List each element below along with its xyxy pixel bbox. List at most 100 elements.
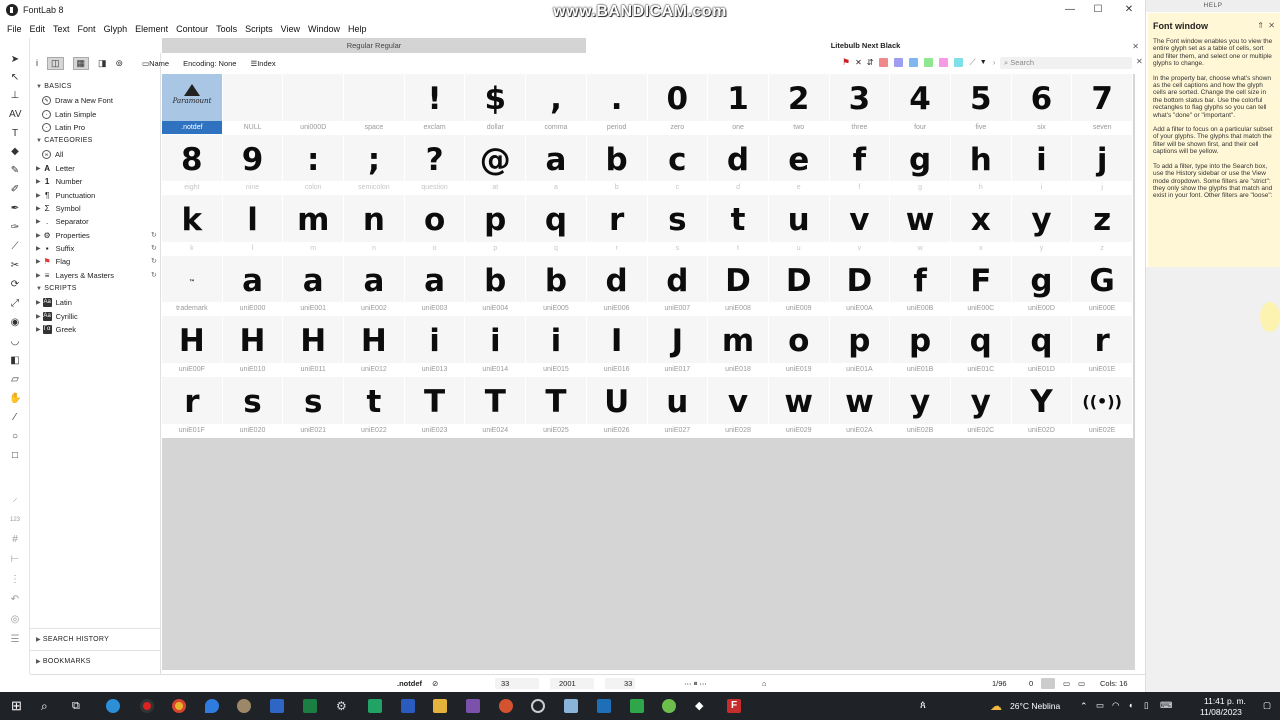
- glyph-cell-uniE015[interactable]: i uniE015: [526, 316, 587, 377]
- app-icon[interactable]: [564, 699, 578, 713]
- glyph-cell-q[interactable]: qq: [526, 195, 587, 256]
- section-categories[interactable]: ▼ CATEGORIES: [36, 137, 93, 144]
- glyph-cell-uniE01C[interactable]: q uniE01C: [950, 316, 1012, 377]
- glyph-cell-t[interactable]: tt: [708, 195, 769, 256]
- no-flag-icon[interactable]: ⟋: [969, 57, 975, 68]
- tab-litebulb[interactable]: Litebulb Next Black ✕: [586, 38, 1145, 53]
- menu-tools[interactable]: Tools: [213, 24, 240, 34]
- chevron-right-icon[interactable]: ›: [993, 58, 996, 67]
- glyph-cell-uniE003[interactable]: a uniE003: [404, 255, 466, 317]
- eraser-tool-icon[interactable]: ◆: [9, 146, 21, 158]
- sidebar-item-separator[interactable]: ▶. Separator: [36, 217, 89, 226]
- menu-glyph[interactable]: Glyph: [101, 24, 131, 34]
- sidebar-item-number[interactable]: ▶ 1 Number: [36, 177, 82, 186]
- glyph-cell-uniE02D[interactable]: YuniE02D: [1011, 376, 1073, 438]
- edge-icon[interactable]: [106, 699, 120, 713]
- glyph-cell-i[interactable]: ii: [1011, 134, 1073, 196]
- width-field[interactable]: 33: [624, 679, 632, 688]
- glyph-cell-question[interactable]: ? question: [404, 134, 466, 196]
- glyph-cell-uniE001[interactable]: a uniE001: [283, 255, 345, 317]
- app-icon[interactable]: [466, 699, 480, 713]
- section-bookmarks[interactable]: ▶ BOOKMARKS: [36, 658, 91, 665]
- maximize-button[interactable]: ☐: [1084, 2, 1112, 18]
- glyph-cell-v[interactable]: vv: [829, 195, 891, 256]
- close-tab-icon[interactable]: ✕: [1132, 39, 1139, 54]
- menu-file[interactable]: File: [4, 24, 25, 34]
- glyph-cell-uniE013[interactable]: i uniE013: [404, 316, 466, 377]
- flag-purple-swatch[interactable]: [894, 58, 904, 67]
- rectangle-tool-icon[interactable]: □: [9, 450, 21, 462]
- glyph-cell-period[interactable]: . period: [586, 74, 648, 135]
- nav-dots-icon[interactable]: ⋯ ⏸ ⋯: [684, 679, 707, 689]
- tray-chevron-icon[interactable]: ⌃: [1080, 701, 1088, 712]
- preview-tool-icon[interactable]: ◎: [9, 614, 21, 626]
- glyph-cell-uniE004[interactable]: b uniE004: [465, 255, 527, 317]
- caption-name-dropdown[interactable]: ▭Name: [142, 59, 169, 68]
- glyph-cell-x[interactable]: xx: [950, 195, 1012, 256]
- glyph-cell-zero[interactable]: 0 zero: [647, 74, 709, 135]
- glyph-cell-a[interactable]: aa: [526, 134, 587, 196]
- glyph-cell-uniE01B[interactable]: p uniE01B: [890, 316, 951, 377]
- minimize-button[interactable]: —: [1056, 2, 1084, 18]
- person-icon[interactable]: ጰ: [920, 699, 934, 713]
- battery-icon[interactable]: ▯: [1144, 700, 1149, 711]
- flag-pink-swatch[interactable]: [939, 58, 949, 67]
- flag-icon[interactable]: ⚑: [842, 57, 850, 68]
- tab-regular[interactable]: Regular Regular: [162, 38, 586, 53]
- undo-tool-icon[interactable]: ↶: [9, 594, 21, 606]
- glyph-cell-l[interactable]: ll: [222, 195, 284, 256]
- pin-icon[interactable]: ⇑: [1257, 21, 1264, 30]
- guide-tool-icon[interactable]: ⸝: [9, 493, 21, 505]
- hand-tool-icon[interactable]: ✋: [9, 393, 21, 405]
- glyph-cell-semicolon[interactable]: ; semicolon: [344, 134, 405, 196]
- glyph-cell-s[interactable]: ss: [647, 195, 709, 256]
- layers-tool-icon[interactable]: ☰: [9, 634, 21, 646]
- index-field[interactable]: 2001: [559, 679, 576, 688]
- menu-contour[interactable]: Contour: [173, 24, 211, 34]
- info-icon[interactable]: i: [36, 58, 38, 68]
- glyph-cell-n[interactable]: nn: [344, 195, 405, 256]
- glyph-cell-eight[interactable]: 8 eight: [162, 134, 223, 196]
- sidebar-item-draw-new-font[interactable]: ✎ Draw a New Font: [42, 96, 113, 105]
- glyph-cell-one[interactable]: 1 one: [708, 74, 769, 135]
- task-view-icon[interactable]: ⧉: [72, 699, 86, 713]
- app-icon[interactable]: [531, 699, 545, 713]
- refresh-icon[interactable]: ↻: [151, 257, 157, 265]
- glyph-cell-uniE00F[interactable]: HuniE00F: [162, 316, 223, 377]
- glyph-cell-uniE01F[interactable]: r uniE01F: [162, 376, 223, 438]
- glyph-cell-h[interactable]: hh: [950, 134, 1012, 196]
- glyph-cell-m[interactable]: mm: [283, 195, 345, 256]
- glyph-cell-two[interactable]: 2 two: [768, 74, 830, 135]
- glyph-cell-uniE01A[interactable]: p uniE01A: [829, 316, 891, 377]
- glyph-cell-uniE00A[interactable]: DuniE00A: [829, 255, 891, 317]
- weather-text[interactable]: 26°C Neblina: [1010, 701, 1060, 711]
- refresh-icon[interactable]: ↻: [151, 244, 157, 252]
- glyph-cell-exclam[interactable]: ! exclam: [404, 74, 466, 135]
- search-icon[interactable]: ⌕: [41, 699, 55, 713]
- ellipse-tool-icon[interactable]: ○: [9, 431, 21, 443]
- glyph-cell-uniE019[interactable]: o uniE019: [768, 316, 830, 377]
- glyph-cell-uniE006[interactable]: d uniE006: [586, 255, 648, 317]
- glyph-cell-uniE017[interactable]: JuniE017: [647, 316, 709, 377]
- sidebar-item-latin-pro[interactable]: ◦ Latin Pro: [42, 123, 85, 132]
- fill-tool-icon[interactable]: ◉: [9, 317, 21, 329]
- menu-element[interactable]: Element: [132, 24, 171, 34]
- sidebar-item-suffix[interactable]: ▶ ▪ Suffix: [36, 244, 74, 253]
- pen-tool-icon[interactable]: ✒: [9, 203, 21, 215]
- panel-view-icon[interactable]: ◨: [98, 58, 107, 69]
- sidebar-item-properties[interactable]: ▶ ⚙ Properties: [36, 231, 90, 240]
- sidebar-item-flag[interactable]: ▶ ⚑ Flag: [36, 257, 70, 266]
- glyph-cell-uniE02B[interactable]: y uniE02B: [890, 376, 951, 438]
- link-icon[interactable]: ⊘: [432, 679, 438, 688]
- contour-tool-icon[interactable]: ↖: [9, 72, 21, 84]
- calculator-icon[interactable]: [270, 699, 284, 713]
- sidebar-item-cyrillic[interactable]: ▶ Аа Cyrillic: [36, 312, 78, 321]
- glyph-cell-j[interactable]: jj: [1072, 134, 1133, 196]
- menu-font[interactable]: Font: [75, 24, 99, 34]
- flag-arrows-icon[interactable]: ⇵: [867, 58, 874, 67]
- encoding-dropdown[interactable]: Encoding: None: [183, 59, 236, 68]
- grid-tool-icon[interactable]: #: [9, 534, 21, 546]
- pointer-tool-icon[interactable]: ➤: [9, 54, 21, 66]
- word-icon[interactable]: [401, 699, 415, 713]
- glyph-cell-r[interactable]: rr: [586, 195, 648, 256]
